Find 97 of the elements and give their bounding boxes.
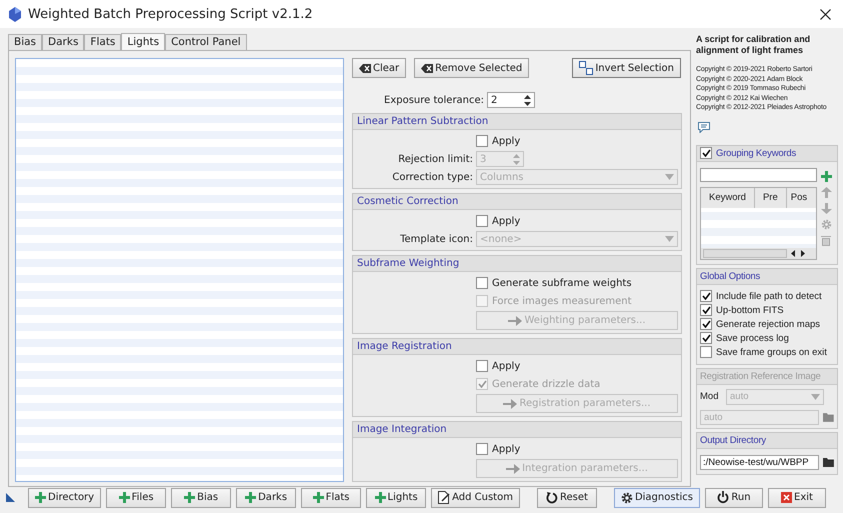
tab[interactable]: Flats <box>84 34 122 50</box>
toolbar-button[interactable]: Files <box>106 488 166 508</box>
toolbar-button[interactable]: Darks <box>236 488 296 508</box>
section-header: Grouping Keywords <box>716 146 796 160</box>
keyword-input[interactable] <box>700 168 817 182</box>
spin-field[interactable]: 2 <box>487 92 536 108</box>
checkbox-label: Force images measurement <box>492 296 632 306</box>
window-title: Weighted Batch Preprocessing Script v2.1.2 <box>28 6 314 22</box>
toolbar-button[interactable]: Lights <box>366 488 426 508</box>
close-icon <box>781 492 792 503</box>
checkbox-label: Apply <box>492 216 520 226</box>
plus-icon <box>118 492 130 503</box>
section-header: Registration Reference Image <box>700 370 821 382</box>
field-label: Template icon: <box>399 234 474 244</box>
checkbox-label: Include file path to detect <box>716 290 822 302</box>
list-button[interactable]: Remove Selected <box>414 58 530 78</box>
checkbox-label: Generate subframe weights <box>492 278 632 288</box>
reset-icon <box>546 492 558 504</box>
checkbox-label: Save frame groups on exit <box>716 346 827 358</box>
gear-icon[interactable] <box>821 218 832 230</box>
toolbar-button[interactable]: Flats <box>301 488 362 508</box>
toolbar-button[interactable]: Run <box>704 488 763 508</box>
trash-icon[interactable] <box>821 234 831 246</box>
arrow-icon <box>506 464 520 474</box>
list-button[interactable]: Clear <box>352 58 406 78</box>
toolbar-button[interactable]: Diagnostics <box>614 488 700 508</box>
checkbox[interactable] <box>700 318 712 330</box>
tab[interactable]: Lights <box>121 33 166 50</box>
plus-icon <box>374 492 386 503</box>
path-field[interactable]: :/Neowise-test/wu/WBPP <box>700 454 820 470</box>
field-label: Mod <box>700 391 720 402</box>
column-header[interactable]: Keyword <box>701 188 755 208</box>
close-icon[interactable] <box>820 8 831 20</box>
toolbar-button[interactable]: Add Custom <box>431 488 520 508</box>
folder-icon[interactable] <box>823 458 834 466</box>
field-label: Correction type: <box>391 172 474 182</box>
checkbox[interactable] <box>700 346 712 358</box>
tab[interactable]: Bias <box>8 34 42 50</box>
tab[interactable]: Control Panel <box>165 34 247 50</box>
checkbox-label: Apply <box>492 136 520 146</box>
checkbox[interactable] <box>476 360 488 372</box>
plus-icon <box>35 492 46 503</box>
column-header[interactable]: Pos <box>786 188 808 208</box>
about-heading: A script for calibration and alignment of light frames <box>696 34 812 56</box>
toolbar-button[interactable]: Directory <box>28 488 102 508</box>
tab[interactable]: Darks <box>42 34 84 50</box>
arrow-icon <box>508 316 522 326</box>
section-header: Linear Pattern Subtraction <box>353 114 681 130</box>
field-label: Exposure tolerance: <box>384 94 484 106</box>
horizontal-scrollbar[interactable] <box>701 248 816 258</box>
app-logo-icon <box>8 6 22 22</box>
checkbox-label: Generate rejection maps <box>716 318 820 330</box>
down-arrow-icon[interactable] <box>821 202 832 214</box>
list-button[interactable]: Invert Selection <box>572 58 681 78</box>
column-header[interactable]: Pre <box>754 188 787 208</box>
backspace-icon <box>421 64 434 72</box>
toolbar-button[interactable]: Reset <box>536 488 597 508</box>
checkbox[interactable] <box>476 277 488 289</box>
checkbox[interactable] <box>476 215 488 227</box>
up-arrow-icon[interactable] <box>821 186 832 198</box>
caret-icon <box>665 174 674 180</box>
document-icon <box>438 491 450 504</box>
section-header: Cosmetic Correction <box>353 194 681 210</box>
checkbox-label: Generate drizzle data <box>492 378 600 390</box>
checkbox-label: Apply <box>492 360 520 372</box>
section-header: Output Directory <box>700 434 766 446</box>
checkbox[interactable] <box>700 332 712 344</box>
power-icon <box>717 491 730 504</box>
arrow-icon <box>503 398 518 408</box>
plus-icon <box>312 492 324 503</box>
caret-icon <box>665 236 674 242</box>
plus-icon <box>184 492 196 503</box>
checkbox-label: Apply <box>492 444 520 454</box>
section-header: Image Registration <box>353 339 681 355</box>
toolbar-button[interactable]: Bias <box>171 488 232 508</box>
caret-icon <box>811 394 820 400</box>
squares-icon <box>579 61 594 75</box>
checkbox-label: Up-bottom FITS <box>716 304 784 316</box>
checkbox[interactable] <box>700 304 712 316</box>
spinner-arrows-icon[interactable] <box>524 94 532 106</box>
gear-icon <box>620 492 633 504</box>
backspace-icon <box>359 64 371 72</box>
checkbox[interactable] <box>700 147 712 159</box>
checkbox[interactable] <box>476 135 488 147</box>
comment-icon[interactable] <box>698 122 710 132</box>
field-label: Rejection limit: <box>397 154 474 164</box>
triangle-icon[interactable] <box>6 493 15 502</box>
checkbox[interactable] <box>476 443 488 455</box>
toolbar-button[interactable]: Exit <box>768 488 826 508</box>
section-header: Subframe Weighting <box>353 256 681 272</box>
plus-icon[interactable] <box>821 170 832 182</box>
section-header: Global Options <box>700 270 760 282</box>
scroll-arrows-icon[interactable] <box>791 250 805 256</box>
section-header: Image Integration <box>353 422 681 438</box>
checkbox[interactable] <box>700 290 712 302</box>
checkbox-label: Save process log <box>716 332 789 344</box>
plus-icon <box>245 492 256 503</box>
